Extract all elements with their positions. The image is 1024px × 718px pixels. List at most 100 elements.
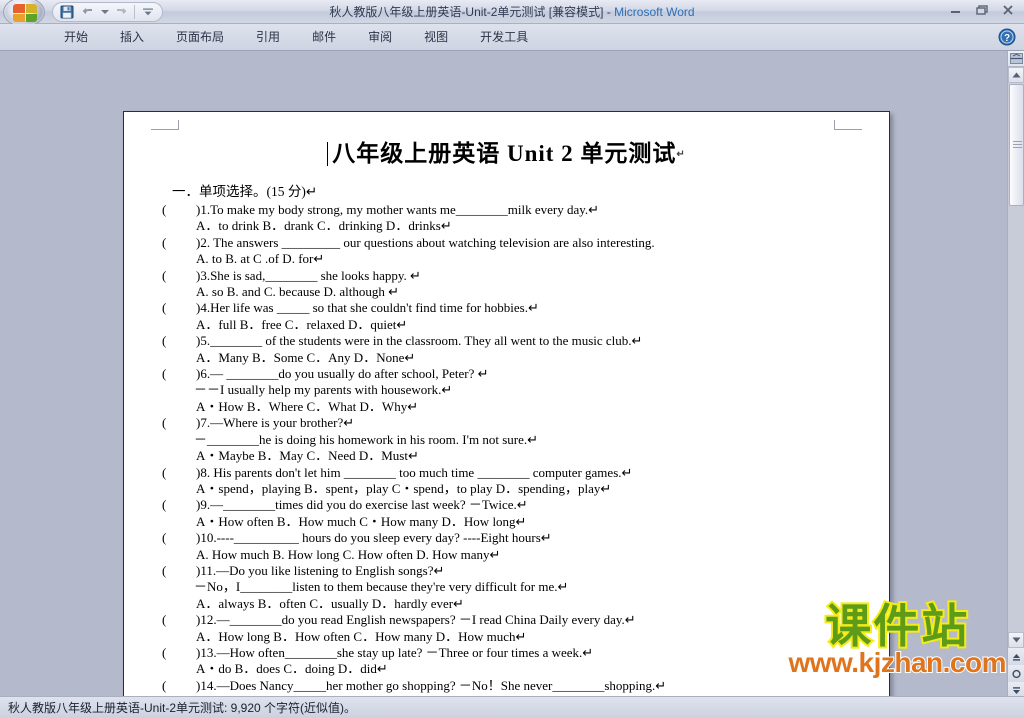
window-controls <box>944 1 1020 19</box>
question-row: ()2. The answers _________ our questions… <box>162 235 863 251</box>
question-options: A. How much B. How long C. How often D. … <box>196 546 501 562</box>
answer-paren[interactable]: ( <box>162 465 196 481</box>
restore-button[interactable] <box>970 1 994 19</box>
answer-paren[interactable]: ( <box>162 333 196 349</box>
minimize-button[interactable] <box>944 1 968 19</box>
previous-page-button[interactable] <box>1008 648 1024 665</box>
question-sub-line: －－I usually help my parents with housewo… <box>194 382 453 398</box>
answer-paren[interactable]: ( <box>162 366 196 382</box>
tab-label: 邮件 <box>312 30 337 44</box>
svg-text:?: ? <box>1004 33 1010 44</box>
document-content: 八年级上册英语 Unit 2 单元测试↵ 一．单项选择。(15 分)↵ ()1.… <box>124 112 889 699</box>
tab-insert[interactable]: 插入 <box>104 24 160 51</box>
question-options: A・spend，playing B．spent，play C・spend，to … <box>196 480 612 496</box>
window-title-separator: - <box>603 5 615 19</box>
document-heading: 八年级上册英语 Unit 2 单元测试↵ <box>150 134 863 168</box>
question-row: ()4.Her life was _____ so that she could… <box>162 300 863 316</box>
question-stem: )13.—How often________she stay up late? … <box>196 644 594 660</box>
tab-developer[interactable]: 开发工具 <box>464 24 544 51</box>
help-icon[interactable]: ? <box>998 28 1016 46</box>
ribbon-tab-strip: 开始 插入 页面布局 引用 邮件 审阅 视图 开发工具 ? <box>0 24 1024 51</box>
tab-label: 插入 <box>120 30 145 44</box>
scroll-down-button[interactable] <box>1008 632 1024 648</box>
question-row: ()7.—Where is your brother?↵ <box>162 415 863 431</box>
question-row: ()9.—________times did you do exercise l… <box>162 497 863 513</box>
split-window-button[interactable] <box>1008 51 1024 67</box>
tab-view[interactable]: 视图 <box>408 24 464 51</box>
question-row: ()10.----__________ hours do you sleep e… <box>162 530 863 546</box>
scrollbar-track[interactable] <box>1008 84 1024 643</box>
question-stem: )1.To make my body strong, my mother wan… <box>196 202 600 217</box>
tab-label: 页面布局 <box>176 30 225 44</box>
answer-paren[interactable]: ( <box>162 612 196 628</box>
scrollbar-bottom-controls <box>1008 632 1024 699</box>
question-options: A・How B．Where C．What D．Why↵ <box>196 398 419 414</box>
question-row: ()12.—________do you read English newspa… <box>162 612 863 628</box>
answer-paren[interactable]: ( <box>162 530 196 546</box>
tab-home[interactable]: 开始 <box>48 24 104 51</box>
tab-label: 开发工具 <box>480 30 529 44</box>
question-stem: )12.—________do you read English newspap… <box>196 612 636 628</box>
ribbon-tabs: 开始 插入 页面布局 引用 邮件 审阅 视图 开发工具 <box>0 24 1024 51</box>
select-browse-object-button[interactable] <box>1008 665 1024 682</box>
answer-paren[interactable]: ( <box>162 563 196 579</box>
tab-references[interactable]: 引用 <box>240 24 296 51</box>
question-stem: )5.________ of the students were in the … <box>196 333 643 349</box>
question-options: A．full B．free C．relaxed D．quiet↵ <box>196 316 408 332</box>
title-bar: 秋人教版八年级上册英语-Unit-2单元测试 [兼容模式] - Microsof… <box>0 0 1024 27</box>
text-cursor <box>327 142 329 166</box>
question-options: A. so B. and C. because D. although ↵ <box>196 284 399 300</box>
answer-paren[interactable]: ( <box>162 678 196 694</box>
document-page[interactable]: 八年级上册英语 Unit 2 单元测试↵ 一．单项选择。(15 分)↵ ()1.… <box>123 111 890 699</box>
vertical-scrollbar[interactable] <box>1007 51 1024 699</box>
question-stem: )10.----__________ hours do you sleep ev… <box>196 530 552 546</box>
tab-label: 视图 <box>424 30 449 44</box>
tab-review[interactable]: 审阅 <box>352 24 408 51</box>
answer-paren[interactable]: ( <box>162 202 196 218</box>
question-stem: )8. His parents don't let him ________ t… <box>196 464 633 480</box>
word-application-window: 秋人教版八年级上册英语-Unit-2单元测试 [兼容模式] - Microsof… <box>0 0 1024 718</box>
tab-label: 审阅 <box>368 30 393 44</box>
tab-label: 引用 <box>256 30 281 44</box>
scrollbar-thumb[interactable] <box>1009 84 1024 206</box>
question-row: ()13.—How often________she stay up late?… <box>162 645 863 661</box>
question-options: A. to B. at C .of D. for↵ <box>196 251 325 267</box>
question-stem: )7.—Where is your brother?↵ <box>196 415 355 431</box>
answer-paren[interactable]: ( <box>162 300 196 316</box>
close-button[interactable] <box>996 1 1020 19</box>
answer-paren[interactable]: ( <box>162 645 196 661</box>
status-bar-text: 秋人教版八年级上册英语-Unit-2单元测试: 9,920 个字符(近似值)。 <box>8 701 357 715</box>
answer-paren[interactable]: ( <box>162 415 196 431</box>
question-row: ()11.—Do you like listening to English s… <box>162 563 863 579</box>
question-options: A．always B．often C．usually D．hardly ever… <box>196 595 464 611</box>
window-title-document: 秋人教版八年级上册英语-Unit-2单元测试 [兼容模式] <box>329 5 604 19</box>
tab-mailings[interactable]: 邮件 <box>296 24 352 51</box>
window-title-app: Microsoft Word <box>614 5 695 19</box>
answer-paren[interactable]: ( <box>162 497 196 513</box>
question-stem: )4.Her life was _____ so that she couldn… <box>196 300 539 316</box>
question-options: A・Maybe B．May C．Need D．Must↵ <box>196 448 419 464</box>
question-stem: )14.—Does Nancy_____her mother go shoppi… <box>196 677 667 693</box>
question-stem: )6.— ________do you usually do after sch… <box>196 366 489 382</box>
document-workspace: 八年级上册英语 Unit 2 单元测试↵ 一．单项选择。(15 分)↵ ()1.… <box>0 51 1024 699</box>
question-row: ()1.To make my body strong, my mother wa… <box>162 202 863 218</box>
tab-page-layout[interactable]: 页面布局 <box>160 24 240 51</box>
section-1-heading: 一．单项选择。(15 分)↵ <box>172 184 318 199</box>
question-options: A．Many B．Some C．Any D．None↵ <box>196 349 416 365</box>
document-heading-text: 八年级上册英语 Unit 2 单元测试 <box>332 141 677 166</box>
question-row: ()14.—Does Nancy_____her mother go shopp… <box>162 678 863 694</box>
question-row: ()5.________ of the students were in the… <box>162 333 863 349</box>
question-options: A．to drink B．drank C．drinking D．drinks↵ <box>196 218 452 234</box>
question-row: ()6.— ________do you usually do after sc… <box>162 366 863 382</box>
question-sub-line: －________he is doing his homework in his… <box>194 431 538 447</box>
answer-paren[interactable]: ( <box>162 235 196 251</box>
question-stem: )11.—Do you like listening to English so… <box>196 562 445 578</box>
status-bar: 秋人教版八年级上册英语-Unit-2单元测试: 9,920 个字符(近似值)。 <box>0 696 1024 718</box>
paragraph-mark: ↵ <box>676 149 686 160</box>
question-options: A・do B．does C．doing D．did↵ <box>196 661 388 677</box>
question-row: ()3.She is sad,________ she looks happy.… <box>162 268 863 284</box>
answer-paren[interactable]: ( <box>162 268 196 284</box>
question-options: A．How long B．How often C．How many D．How … <box>196 628 527 644</box>
scroll-up-button[interactable] <box>1008 67 1024 83</box>
question-stem: )2. The answers _________ our questions … <box>196 234 655 250</box>
